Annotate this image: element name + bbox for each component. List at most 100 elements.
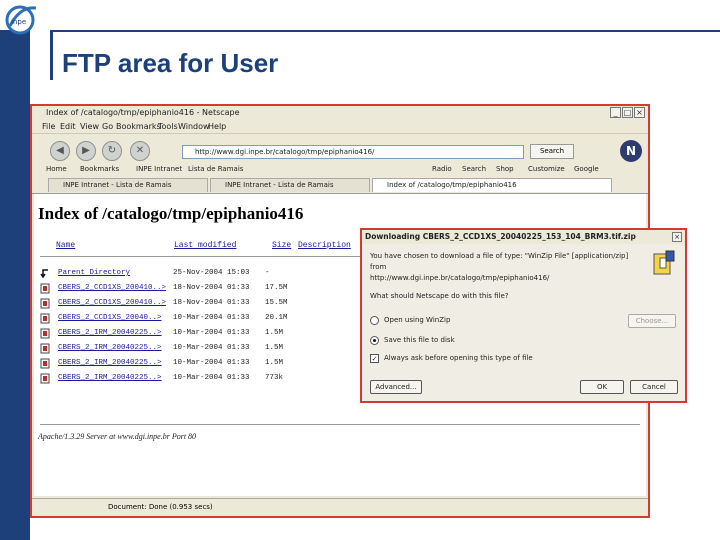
column-modified-header[interactable]: Last modified <box>174 241 236 250</box>
bookmark-customize[interactable]: Customize <box>528 165 565 173</box>
compressed-file-icon <box>40 373 50 384</box>
download-dialog: Downloading CBERS_2_CCD1XS_20040225_153_… <box>360 228 687 403</box>
advanced-button[interactable]: Advanced... <box>370 380 422 394</box>
file-size: 1.5M <box>265 344 284 352</box>
save-to-disk-label: Save this file to disk <box>384 336 455 344</box>
file-size: 773k <box>265 374 284 382</box>
ok-button[interactable]: OK <box>580 380 624 394</box>
status-text: Document: Done (0.953 secs) <box>108 503 213 511</box>
slide-title: FTP area for User <box>62 48 279 78</box>
save-to-disk-radio[interactable] <box>370 336 379 345</box>
menu-tools[interactable]: Tools <box>158 122 178 131</box>
file-type-text: You have chosen to download a file of ty… <box>370 252 629 260</box>
maximize-button[interactable]: □ <box>622 107 633 118</box>
file-size: 20.1M <box>265 314 288 322</box>
always-ask-label: Always ask before opening this type of f… <box>384 354 533 362</box>
bookmark-search[interactable]: Search <box>462 165 486 173</box>
dialog-title: Downloading CBERS_2_CCD1XS_20040225_153_… <box>362 230 685 244</box>
parent-directory-icon <box>40 269 48 279</box>
file-date: 10-Mar-2004 01:33 <box>173 344 250 352</box>
file-size: 15.5M <box>265 299 288 307</box>
open-with-label: Open using WinZip <box>384 316 451 324</box>
winzip-file-icon <box>653 250 675 275</box>
cancel-button[interactable]: Cancel <box>630 380 678 394</box>
question-text: What should Netscape do with this file? <box>370 292 509 300</box>
file-link[interactable]: CBERS_2_CCD1XS_20040..> <box>58 314 162 322</box>
menu-bookmarks[interactable]: Bookmarks <box>116 122 161 131</box>
window-titlebar: Index of /catalogo/tmp/epiphanio416 - Ne… <box>32 106 648 120</box>
close-button[interactable]: × <box>634 107 645 118</box>
tab-intranet-2[interactable]: INPE Intranet - Lista de Ramais <box>210 178 370 192</box>
compressed-file-icon <box>40 343 50 354</box>
bookmark-intranet[interactable]: INPE Intranet <box>136 165 182 173</box>
file-link[interactable]: CBERS_2_IRM_20040225..> <box>58 359 162 367</box>
netscape-logo-icon: N <box>620 140 642 162</box>
menu-view[interactable]: View <box>80 122 99 131</box>
open-with-radio[interactable] <box>370 316 379 325</box>
menu-go[interactable]: Go <box>102 122 113 131</box>
always-ask-checkbox[interactable]: ✓ <box>370 354 379 363</box>
compressed-file-icon <box>40 358 50 369</box>
file-link[interactable]: CBERS_2_IRM_20040225..> <box>58 344 162 352</box>
menu-help[interactable]: Help <box>208 122 226 131</box>
server-signature: Apache/1.3.29 Server at www.dgi.inpe.br … <box>38 432 197 441</box>
menu-file[interactable]: File <box>42 122 55 131</box>
url-field[interactable]: http://www.dgi.inpe.br/catalogo/tmp/epip… <box>182 145 524 159</box>
window-title: Index of /catalogo/tmp/epiphanio416 - Ne… <box>46 108 240 117</box>
source-url-text: http://www.dgi.inpe.br/catalogo/tmp/epip… <box>370 274 550 282</box>
tab-intranet-1[interactable]: INPE Intranet - Lista de Ramais <box>48 178 208 192</box>
file-link[interactable]: CBERS_2_IRM_20040225..> <box>58 374 162 382</box>
file-date: 10-Mar-2004 01:33 <box>173 359 250 367</box>
status-bar: Document: Done (0.953 secs) <box>32 498 648 515</box>
tab-bar: INPE Intranet - Lista de Ramais INPE Int… <box>32 177 648 194</box>
file-link[interactable]: CBERS_2_CCD1XS_200410..> <box>58 299 166 307</box>
file-date: 25-Nov-2004 15:03 <box>173 269 250 277</box>
compressed-file-icon <box>40 283 50 294</box>
slide-title-rule <box>50 30 720 32</box>
from-label: from <box>370 263 387 271</box>
bookmarks-toolbar: Home Bookmarks INPE Intranet Lista de Ra… <box>32 163 648 177</box>
stop-button[interactable]: ✕ <box>130 141 150 161</box>
bookmark-radio[interactable]: Radio <box>432 165 452 173</box>
file-date: 18-Nov-2004 01:33 <box>173 299 250 307</box>
bookmark-google[interactable]: Google <box>574 165 599 173</box>
inpe-logo-icon: inpe <box>5 5 37 35</box>
compressed-file-icon <box>40 298 50 309</box>
column-size-header[interactable]: Size <box>272 241 291 250</box>
forward-button[interactable]: ▶ <box>76 141 96 161</box>
back-button[interactable]: ◀ <box>50 141 70 161</box>
file-size: 1.5M <box>265 329 284 337</box>
file-link[interactable]: CBERS_2_CCD1XS_200410..> <box>58 284 166 292</box>
file-link[interactable]: Parent Directory <box>58 269 130 277</box>
page-heading: Index of /catalogo/tmp/epiphanio416 <box>38 204 304 223</box>
bookmark-bookmarks[interactable]: Bookmarks <box>80 165 119 173</box>
file-date: 10-Mar-2004 01:33 <box>173 374 250 382</box>
slide-left-bar <box>0 30 30 540</box>
file-link[interactable]: CBERS_2_IRM_20040225..> <box>58 329 162 337</box>
minimize-button[interactable]: _ <box>610 107 621 118</box>
tab-index[interactable]: Index of /catalogo/tmp/epiphanio416 <box>372 178 612 192</box>
choose-button[interactable]: Choose... <box>628 314 676 328</box>
file-date: 10-Mar-2004 01:33 <box>173 314 250 322</box>
bookmark-home[interactable]: Home <box>46 165 67 173</box>
menu-edit[interactable]: Edit <box>60 122 76 131</box>
menu-bar: File Edit View Go Bookmarks Tools Window… <box>32 121 648 133</box>
file-date: 18-Nov-2004 01:33 <box>173 284 250 292</box>
search-button[interactable]: Search <box>530 144 574 159</box>
menu-window[interactable]: Window <box>178 122 210 131</box>
file-date: 10-Mar-2004 01:33 <box>173 329 250 337</box>
svg-text:inpe: inpe <box>11 18 26 26</box>
compressed-file-icon <box>40 313 50 324</box>
compressed-file-icon <box>40 328 50 339</box>
column-name-header[interactable]: Name <box>56 241 75 250</box>
file-size: - <box>265 269 270 277</box>
file-size: 17.5M <box>265 284 288 292</box>
bookmark-ramais[interactable]: Lista de Ramais <box>188 165 243 173</box>
bookmark-shop[interactable]: Shop <box>496 165 514 173</box>
listing-divider-bottom <box>40 424 640 425</box>
reload-button[interactable]: ↻ <box>102 141 122 161</box>
dialog-close-button[interactable]: × <box>672 232 682 242</box>
column-description-header[interactable]: Description <box>298 241 351 250</box>
slide-title-divider <box>50 30 53 80</box>
file-size: 1.5M <box>265 359 284 367</box>
